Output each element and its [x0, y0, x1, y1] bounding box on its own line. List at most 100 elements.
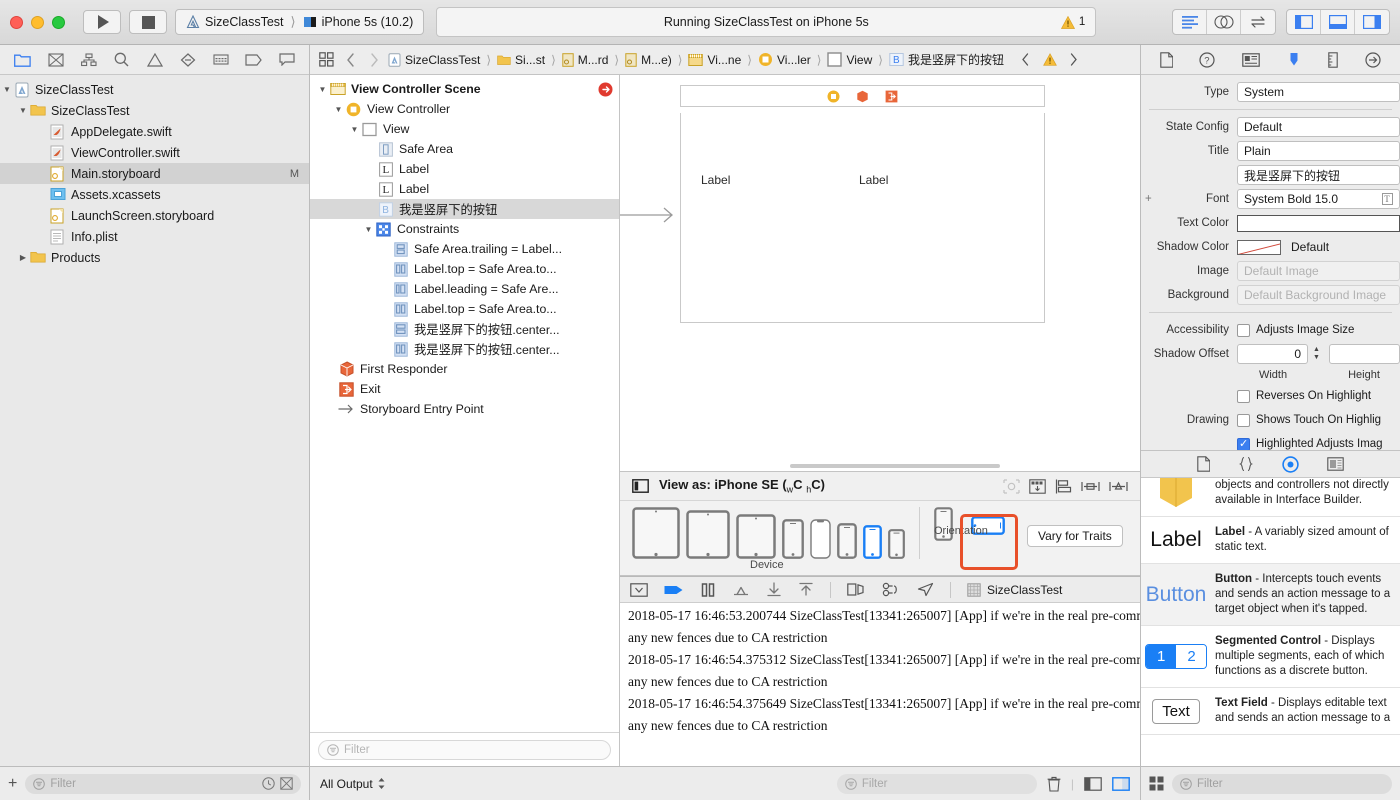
outline-row-constraint-2[interactable]: Label.top = Safe Area.to... — [310, 259, 619, 279]
nav-row-main-storyboard[interactable]: Main.storyboard M — [0, 163, 309, 184]
device-iphone-se-selected[interactable] — [863, 525, 882, 559]
object-library-tab[interactable] — [1282, 456, 1299, 473]
nav-row-launchscreen[interactable]: LaunchScreen.storyboard — [0, 205, 309, 226]
show-variables-view-button[interactable] — [1084, 777, 1102, 791]
canvas-horizontal-scrollbar[interactable] — [620, 461, 1140, 471]
symbol-navigator-tab[interactable] — [76, 49, 102, 71]
issue-warning-icon[interactable] — [1040, 50, 1060, 70]
debug-navigator-tab[interactable] — [208, 49, 234, 71]
console-filter-input[interactable]: Filter — [837, 774, 1037, 794]
scheme-selector[interactable]: SizeClassTest ⟩ iPhone 5s (10.2) — [175, 9, 424, 35]
device-iphone-8[interactable] — [837, 523, 857, 559]
library-filter-input[interactable]: Filter — [1172, 774, 1392, 794]
shows-touch-on-highlight-checkbox[interactable] — [1237, 414, 1250, 427]
view-debugging-icon[interactable] — [847, 582, 865, 597]
file-template-library-tab[interactable] — [1197, 456, 1210, 472]
output-scope-selector[interactable]: All Output — [320, 777, 386, 791]
outline-row-button-selected[interactable]: B 我是竖屏下的按钮 — [310, 199, 619, 219]
disclosure-triangle-icon[interactable]: ▼ — [316, 85, 329, 94]
title-text-field[interactable]: 我是竖屏下的按钮 — [1237, 165, 1400, 185]
outline-row-constraint-6[interactable]: 我是竖屏下的按钮.center... — [310, 339, 619, 359]
pin-horizontal-icon[interactable] — [1081, 479, 1100, 494]
view-controller-preview[interactable]: Label Label — [680, 85, 1045, 323]
library-view-toggle-icon[interactable] — [1149, 776, 1164, 791]
text-color-well[interactable] — [1237, 215, 1400, 232]
hide-console-icon[interactable] — [630, 583, 648, 597]
standard-editor-button[interactable] — [1173, 10, 1207, 34]
device-ipad-pro-12-9[interactable] — [632, 507, 680, 559]
update-frames-icon[interactable] — [1003, 479, 1020, 494]
device-iphone-8-plus[interactable] — [782, 519, 804, 559]
title-type-select[interactable]: Plain — [1237, 141, 1400, 161]
stop-scene-badge[interactable] — [598, 82, 613, 97]
type-select[interactable]: System — [1237, 82, 1400, 102]
object-library-list[interactable]: objects and controllers not directly ava… — [1141, 478, 1400, 766]
exit-badge-icon[interactable] — [885, 90, 898, 103]
nav-row-appdelegate[interactable]: AppDelegate.swift — [0, 121, 309, 142]
back-button[interactable] — [340, 50, 360, 70]
breadcrumb-project[interactable]: SizeClassTest ⟩ — [388, 53, 493, 67]
breadcrumb-storyboard[interactable]: M...rd ⟩ — [562, 53, 621, 67]
quick-help-inspector-tab[interactable]: ? — [1199, 52, 1215, 68]
library-item-button[interactable]: Button Button - Intercepts touch events … — [1141, 564, 1400, 626]
outline-row-first-responder[interactable]: First Responder — [310, 359, 619, 379]
issue-navigator-tab[interactable] — [142, 49, 168, 71]
library-item-partial[interactable]: objects and controllers not directly ava… — [1141, 478, 1400, 517]
breadcrumb-button[interactable]: B 我是竖屏下的按钮 — [889, 51, 1004, 68]
find-navigator-tab[interactable] — [109, 49, 135, 71]
outline-row-label-2[interactable]: L Label — [310, 179, 619, 199]
device-iphone-x[interactable] — [810, 519, 831, 559]
warning-indicator[interactable]: 1 — [1061, 16, 1085, 29]
storyboard-canvas[interactable]: Label Label — [620, 75, 1140, 461]
reverses-on-highlight-checkbox[interactable] — [1237, 390, 1250, 403]
add-variation-icon[interactable]: + — [1145, 193, 1152, 205]
font-picker-icon[interactable]: T — [1382, 193, 1393, 205]
state-config-select[interactable]: Default — [1237, 117, 1400, 137]
nav-row-assets[interactable]: Assets.xcassets — [0, 184, 309, 205]
vary-for-traits-button[interactable]: Vary for Traits — [1027, 525, 1123, 547]
nav-row-viewcontroller[interactable]: ViewController.swift — [0, 142, 309, 163]
toggle-debug-area-button[interactable] — [1321, 10, 1355, 34]
outline-row-view[interactable]: ▼ View — [310, 119, 619, 139]
align-icon[interactable] — [1055, 479, 1072, 494]
breadcrumb-scene[interactable]: Vi...ne ⟩ — [688, 53, 754, 67]
debug-memory-graph-icon[interactable] — [881, 582, 901, 597]
nav-row-project[interactable]: ▼ SizeClassTest — [0, 79, 309, 100]
connections-inspector-tab[interactable] — [1365, 52, 1381, 68]
device-iphone-4s[interactable] — [888, 529, 905, 559]
toggle-utilities-button[interactable] — [1355, 10, 1389, 34]
shadow-offset-width-field[interactable]: 0 — [1237, 344, 1308, 364]
library-item-text-field[interactable]: Text Text Field - Displays editable text… — [1141, 688, 1400, 735]
assistant-editor-button[interactable] — [1207, 10, 1241, 34]
shadow-offset-height-field[interactable] — [1329, 344, 1400, 364]
size-inspector-tab[interactable] — [1328, 52, 1338, 68]
view-controller-badge-icon[interactable] — [827, 90, 840, 103]
disclosure-triangle-icon[interactable]: ▶ — [16, 253, 30, 262]
navigator-filter-input[interactable]: Filter — [25, 774, 301, 794]
zoom-button[interactable] — [52, 16, 65, 29]
simulate-location-icon[interactable] — [917, 582, 934, 597]
media-library-tab[interactable] — [1327, 457, 1344, 471]
toggle-navigator-button[interactable] — [1287, 10, 1321, 34]
project-file-tree[interactable]: ▼ SizeClassTest ▼ SizeClassTest — [0, 75, 309, 766]
view-controller-view[interactable]: Label Label — [680, 113, 1045, 323]
file-inspector-tab[interactable] — [1160, 52, 1173, 68]
device-ipad-pro-10-5[interactable] — [686, 510, 730, 559]
breadcrumb-group[interactable]: Si...st ⟩ — [497, 53, 558, 67]
nav-row-group[interactable]: ▼ SizeClassTest — [0, 100, 309, 121]
outline-row-scene[interactable]: ▼ View Controller Scene — [310, 79, 619, 99]
step-out-icon[interactable] — [798, 582, 814, 597]
view-as-text[interactable]: View as: iPhone SE (wC hC) — [659, 477, 825, 495]
code-snippet-library-tab[interactable] — [1238, 456, 1254, 472]
disclosure-triangle-icon[interactable]: ▼ — [16, 106, 30, 115]
source-control-navigator-tab[interactable] — [43, 49, 69, 71]
library-item-label[interactable]: Label Label - A variably sized amount of… — [1141, 517, 1400, 564]
shadow-offset-stepper[interactable]: ▲▼ — [1310, 346, 1323, 362]
disclosure-triangle-icon[interactable]: ▼ — [0, 85, 14, 94]
show-console-view-button[interactable] — [1112, 777, 1130, 791]
project-navigator-tab[interactable] — [10, 49, 36, 71]
outline-row-constraint-1[interactable]: Safe Area.trailing = Label... — [310, 239, 619, 259]
nav-row-infoplist[interactable]: Info.plist — [0, 226, 309, 247]
console-output[interactable]: 2018-05-17 16:46:53.200744 SizeClassTest… — [620, 603, 1140, 766]
pin-vertical-icon[interactable] — [1109, 479, 1128, 494]
